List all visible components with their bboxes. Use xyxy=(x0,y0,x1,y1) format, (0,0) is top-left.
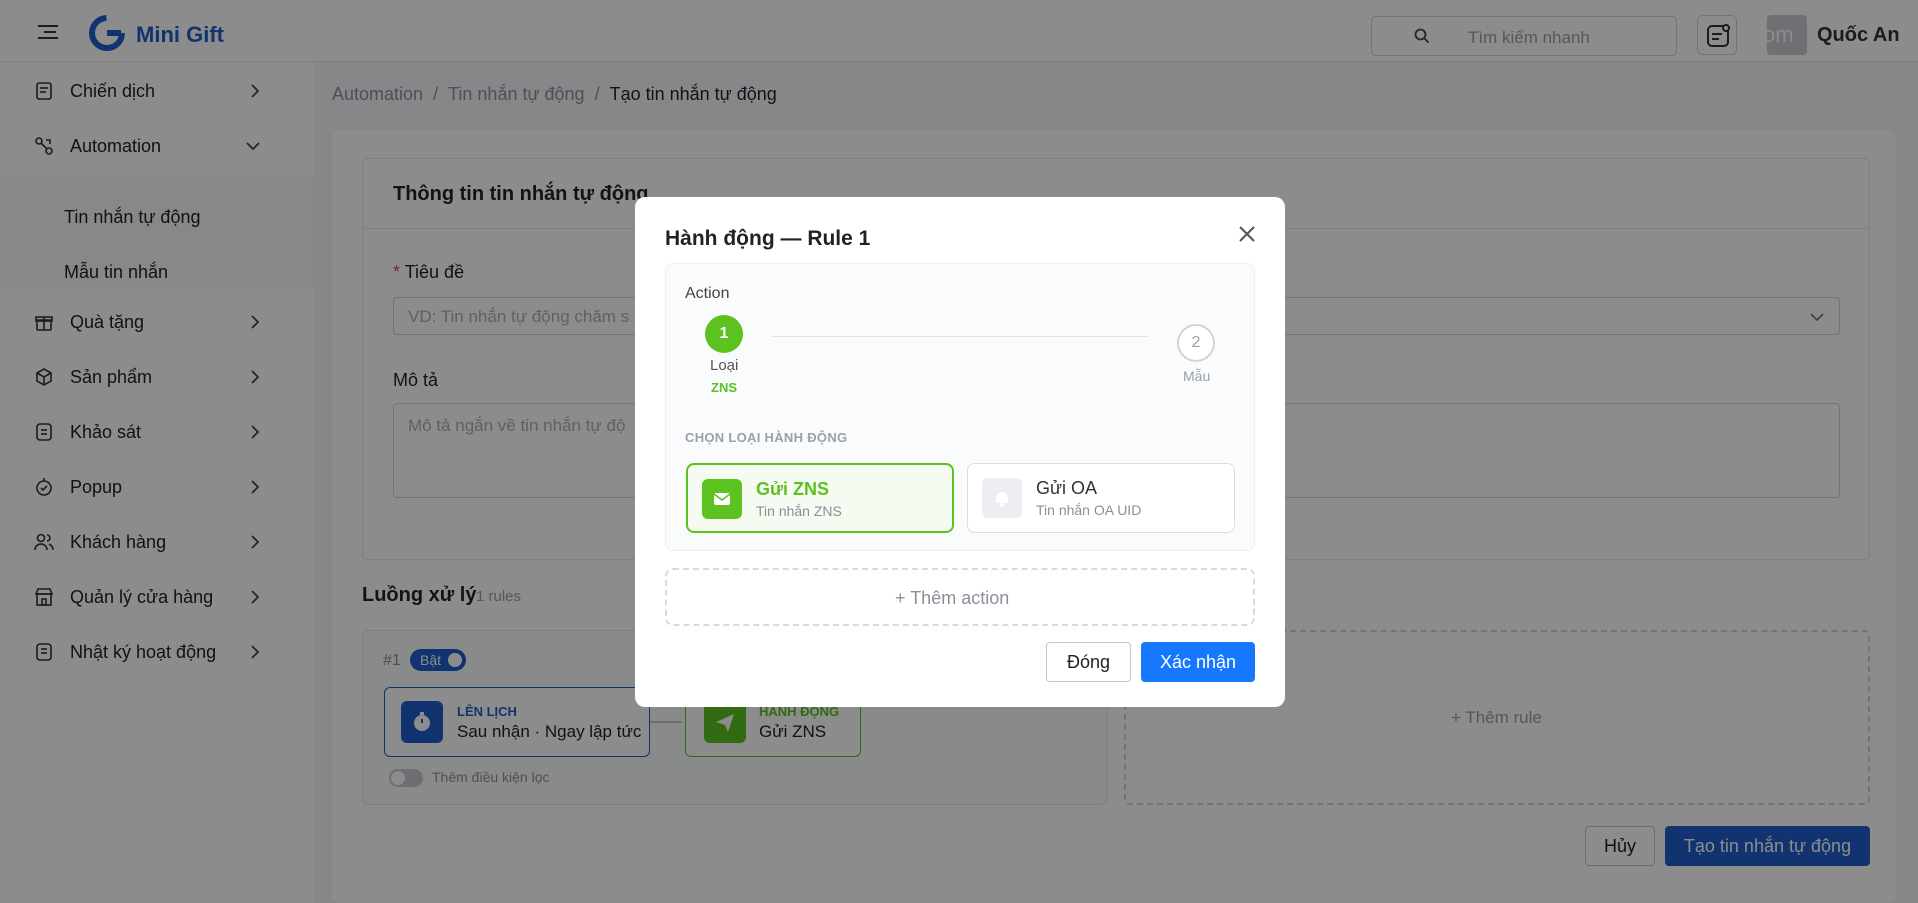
mail-icon xyxy=(702,479,742,519)
option-gui-zns[interactable]: Gửi ZNS Tin nhắn ZNS xyxy=(686,463,954,533)
modal-title: Hành động — Rule 1 xyxy=(665,227,871,250)
add-action-label: + Thêm action xyxy=(895,588,1010,608)
bell-icon xyxy=(982,478,1022,518)
option-sub: Tin nhắn OA UID xyxy=(1036,502,1142,518)
option-name: Gửi ZNS xyxy=(756,479,830,499)
step-connector xyxy=(771,336,1149,337)
close-icon[interactable] xyxy=(1235,222,1259,246)
step-1-label: Loại xyxy=(710,357,739,374)
option-name: Gửi OA xyxy=(1036,478,1098,498)
step-1-sublabel: ZNS xyxy=(711,380,737,395)
add-action-button[interactable]: + Thêm action xyxy=(665,568,1255,626)
option-sub: Tin nhắn ZNS xyxy=(756,503,842,519)
action-modal: Hành động — Rule 1 Action 1 Loại ZNS 2 M… xyxy=(635,197,1285,707)
option-gui-oa[interactable]: Gửi OA Tin nhắn OA UID xyxy=(967,463,1235,533)
section-heading: CHỌN LOẠI HÀNH ĐỘNG xyxy=(685,430,848,445)
action-label: Action xyxy=(685,285,730,302)
close-button[interactable]: Đóng xyxy=(1046,642,1131,682)
confirm-button[interactable]: Xác nhận xyxy=(1141,642,1255,682)
step-2-indicator: 2 xyxy=(1177,324,1215,362)
step-2-label: Mẫu xyxy=(1183,368,1211,384)
step-1-indicator: 1 xyxy=(705,315,743,353)
